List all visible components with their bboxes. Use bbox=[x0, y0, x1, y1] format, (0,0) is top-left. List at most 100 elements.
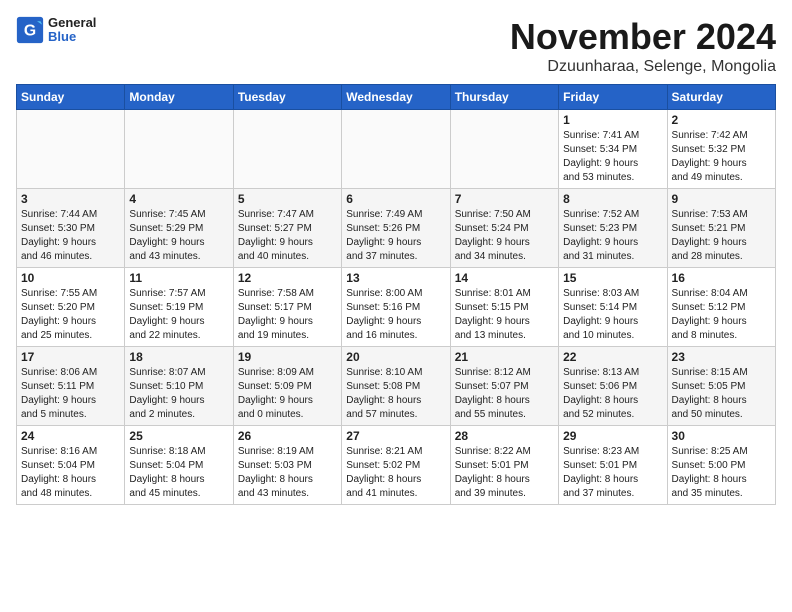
logo-text: General Blue bbox=[48, 16, 96, 45]
day-details: Sunrise: 8:21 AM Sunset: 5:02 PM Dayligh… bbox=[346, 445, 445, 501]
day-details: Sunrise: 8:12 AM Sunset: 5:07 PM Dayligh… bbox=[455, 366, 554, 422]
logo-icon: G bbox=[16, 16, 44, 44]
day-number: 22 bbox=[563, 350, 662, 364]
day-number: 14 bbox=[455, 271, 554, 285]
day-details: Sunrise: 8:19 AM Sunset: 5:03 PM Dayligh… bbox=[238, 445, 337, 501]
day-number: 6 bbox=[346, 192, 445, 206]
day-number: 1 bbox=[563, 113, 662, 127]
day-number: 20 bbox=[346, 350, 445, 364]
day-cell-3: 3 Sunrise: 7:44 AM Sunset: 5:30 PM Daylig… bbox=[17, 189, 125, 268]
day-number: 21 bbox=[455, 350, 554, 364]
day-details: Sunrise: 7:53 AM Sunset: 5:21 PM Dayligh… bbox=[672, 208, 771, 264]
day-details: Sunrise: 8:06 AM Sunset: 5:11 PM Dayligh… bbox=[21, 366, 120, 422]
header-row: SundayMondayTuesdayWednesdayThursdayFrid… bbox=[17, 85, 776, 110]
day-cell-8: 8 Sunrise: 7:52 AM Sunset: 5:23 PM Daylig… bbox=[559, 189, 667, 268]
day-details: Sunrise: 7:52 AM Sunset: 5:23 PM Dayligh… bbox=[563, 208, 662, 264]
day-details: Sunrise: 7:58 AM Sunset: 5:17 PM Dayligh… bbox=[238, 287, 337, 343]
day-details: Sunrise: 7:44 AM Sunset: 5:30 PM Dayligh… bbox=[21, 208, 120, 264]
empty-cell bbox=[17, 110, 125, 189]
day-details: Sunrise: 7:57 AM Sunset: 5:19 PM Dayligh… bbox=[129, 287, 228, 343]
day-number: 29 bbox=[563, 429, 662, 443]
day-number: 11 bbox=[129, 271, 228, 285]
day-details: Sunrise: 8:09 AM Sunset: 5:09 PM Dayligh… bbox=[238, 366, 337, 422]
day-number: 3 bbox=[21, 192, 120, 206]
empty-cell bbox=[125, 110, 233, 189]
week-row-4: 17 Sunrise: 8:06 AM Sunset: 5:11 PM Dayli… bbox=[17, 347, 776, 426]
day-cell-30: 30 Sunrise: 8:25 AM Sunset: 5:00 PM Dayli… bbox=[667, 426, 775, 505]
day-cell-10: 10 Sunrise: 7:55 AM Sunset: 5:20 PM Dayli… bbox=[17, 268, 125, 347]
day-number: 30 bbox=[672, 429, 771, 443]
location-title: Dzuunharaa, Selenge, Mongolia bbox=[510, 58, 776, 76]
day-cell-7: 7Sunrise: 7:50 AM Sunset: 5:24 PM Daylig… bbox=[450, 189, 558, 268]
day-details: Sunrise: 8:10 AM Sunset: 5:08 PM Dayligh… bbox=[346, 366, 445, 422]
col-header-tuesday: Tuesday bbox=[233, 85, 341, 110]
day-details: Sunrise: 7:55 AM Sunset: 5:20 PM Dayligh… bbox=[21, 287, 120, 343]
day-cell-18: 18Sunrise: 8:07 AM Sunset: 5:10 PM Dayli… bbox=[125, 347, 233, 426]
day-details: Sunrise: 7:45 AM Sunset: 5:29 PM Dayligh… bbox=[129, 208, 228, 264]
logo-blue: Blue bbox=[48, 30, 96, 44]
day-number: 23 bbox=[672, 350, 771, 364]
day-cell-26: 26 Sunrise: 8:19 AM Sunset: 5:03 PM Dayli… bbox=[233, 426, 341, 505]
day-details: Sunrise: 8:16 AM Sunset: 5:04 PM Dayligh… bbox=[21, 445, 120, 501]
day-details: Sunrise: 8:07 AM Sunset: 5:10 PM Dayligh… bbox=[129, 366, 228, 422]
calendar-table: SundayMondayTuesdayWednesdayThursdayFrid… bbox=[16, 84, 776, 505]
col-header-thursday: Thursday bbox=[450, 85, 558, 110]
day-cell-21: 21 Sunrise: 8:12 AM Sunset: 5:07 PM Dayli… bbox=[450, 347, 558, 426]
empty-cell bbox=[450, 110, 558, 189]
day-number: 26 bbox=[238, 429, 337, 443]
week-row-1: 1 Sunrise: 7:41 AM Sunset: 5:34 PM Daylig… bbox=[17, 110, 776, 189]
day-cell-1: 1 Sunrise: 7:41 AM Sunset: 5:34 PM Daylig… bbox=[559, 110, 667, 189]
day-cell-23: 23 Sunrise: 8:15 AM Sunset: 5:05 PM Dayli… bbox=[667, 347, 775, 426]
day-cell-2: 2 Sunrise: 7:42 AM Sunset: 5:32 PM Daylig… bbox=[667, 110, 775, 189]
day-cell-27: 27 Sunrise: 8:21 AM Sunset: 5:02 PM Dayli… bbox=[342, 426, 450, 505]
day-number: 9 bbox=[672, 192, 771, 206]
day-cell-29: 29 Sunrise: 8:23 AM Sunset: 5:01 PM Dayli… bbox=[559, 426, 667, 505]
day-details: Sunrise: 8:23 AM Sunset: 5:01 PM Dayligh… bbox=[563, 445, 662, 501]
day-number: 24 bbox=[21, 429, 120, 443]
logo: G General Blue bbox=[16, 16, 96, 45]
day-cell-20: 20 Sunrise: 8:10 AM Sunset: 5:08 PM Dayli… bbox=[342, 347, 450, 426]
title-block: November 2024 Dzuunharaa, Selenge, Mongo… bbox=[510, 16, 776, 76]
day-cell-12: 12 Sunrise: 7:58 AM Sunset: 5:17 PM Dayli… bbox=[233, 268, 341, 347]
week-row-3: 10 Sunrise: 7:55 AM Sunset: 5:20 PM Dayli… bbox=[17, 268, 776, 347]
week-row-2: 3 Sunrise: 7:44 AM Sunset: 5:30 PM Daylig… bbox=[17, 189, 776, 268]
col-header-monday: Monday bbox=[125, 85, 233, 110]
day-number: 2 bbox=[672, 113, 771, 127]
day-number: 16 bbox=[672, 271, 771, 285]
col-header-sunday: Sunday bbox=[17, 85, 125, 110]
day-cell-14: 14Sunrise: 8:01 AM Sunset: 5:15 PM Dayli… bbox=[450, 268, 558, 347]
empty-cell bbox=[233, 110, 341, 189]
day-number: 12 bbox=[238, 271, 337, 285]
day-details: Sunrise: 8:22 AM Sunset: 5:01 PM Dayligh… bbox=[455, 445, 554, 501]
day-cell-15: 15Sunrise: 8:03 AM Sunset: 5:14 PM Dayli… bbox=[559, 268, 667, 347]
day-details: Sunrise: 8:13 AM Sunset: 5:06 PM Dayligh… bbox=[563, 366, 662, 422]
day-cell-17: 17 Sunrise: 8:06 AM Sunset: 5:11 PM Dayli… bbox=[17, 347, 125, 426]
day-number: 13 bbox=[346, 271, 445, 285]
header: G General Blue November 2024 Dzuunharaa,… bbox=[16, 16, 776, 76]
day-number: 17 bbox=[21, 350, 120, 364]
col-header-friday: Friday bbox=[559, 85, 667, 110]
day-details: Sunrise: 8:15 AM Sunset: 5:05 PM Dayligh… bbox=[672, 366, 771, 422]
day-details: Sunrise: 7:41 AM Sunset: 5:34 PM Dayligh… bbox=[563, 129, 662, 185]
day-cell-5: 5Sunrise: 7:47 AM Sunset: 5:27 PM Daylig… bbox=[233, 189, 341, 268]
day-cell-24: 24 Sunrise: 8:16 AM Sunset: 5:04 PM Dayli… bbox=[17, 426, 125, 505]
day-number: 27 bbox=[346, 429, 445, 443]
day-details: Sunrise: 8:18 AM Sunset: 5:04 PM Dayligh… bbox=[129, 445, 228, 501]
day-cell-25: 25Sunrise: 8:18 AM Sunset: 5:04 PM Dayli… bbox=[125, 426, 233, 505]
day-cell-4: 4 Sunrise: 7:45 AM Sunset: 5:29 PM Daylig… bbox=[125, 189, 233, 268]
day-details: Sunrise: 8:00 AM Sunset: 5:16 PM Dayligh… bbox=[346, 287, 445, 343]
day-number: 5 bbox=[238, 192, 337, 206]
day-number: 8 bbox=[563, 192, 662, 206]
day-details: Sunrise: 8:25 AM Sunset: 5:00 PM Dayligh… bbox=[672, 445, 771, 501]
day-cell-16: 16 Sunrise: 8:04 AM Sunset: 5:12 PM Dayli… bbox=[667, 268, 775, 347]
day-cell-28: 28Sunrise: 8:22 AM Sunset: 5:01 PM Dayli… bbox=[450, 426, 558, 505]
day-cell-22: 22 Sunrise: 8:13 AM Sunset: 5:06 PM Dayli… bbox=[559, 347, 667, 426]
day-details: Sunrise: 8:04 AM Sunset: 5:12 PM Dayligh… bbox=[672, 287, 771, 343]
day-number: 7 bbox=[455, 192, 554, 206]
day-cell-13: 13 Sunrise: 8:00 AM Sunset: 5:16 PM Dayli… bbox=[342, 268, 450, 347]
day-number: 4 bbox=[129, 192, 228, 206]
day-cell-9: 9 Sunrise: 7:53 AM Sunset: 5:21 PM Daylig… bbox=[667, 189, 775, 268]
day-details: Sunrise: 7:42 AM Sunset: 5:32 PM Dayligh… bbox=[672, 129, 771, 185]
day-details: Sunrise: 8:03 AM Sunset: 5:14 PM Dayligh… bbox=[563, 287, 662, 343]
day-number: 10 bbox=[21, 271, 120, 285]
